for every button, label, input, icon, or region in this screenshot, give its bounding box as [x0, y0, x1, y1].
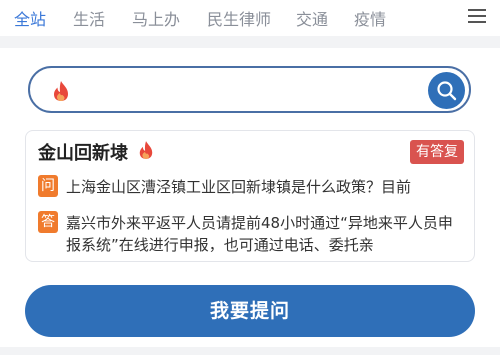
tab-traffic[interactable]: 交通 — [296, 6, 328, 30]
ask-question-button[interactable]: 我要提问 — [25, 285, 475, 337]
tab-all[interactable]: 全站 — [14, 6, 46, 30]
qa-card[interactable]: 金山回新埭 有答复 问 上海金山区漕泾镇工业区回新埭镇是什么政策？目前 答 嘉兴… — [25, 130, 475, 262]
search-button[interactable] — [428, 72, 465, 109]
flame-icon — [139, 141, 153, 159]
search-input[interactable] — [82, 76, 412, 104]
tab-do-now[interactable]: 马上办 — [132, 6, 180, 30]
divider — [0, 36, 500, 48]
bottom-divider — [0, 347, 500, 355]
flame-icon — [54, 81, 68, 101]
search-bar — [28, 66, 471, 113]
status-badge: 有答复 — [410, 140, 464, 164]
card-title: 金山回新埭 — [38, 143, 128, 164]
top-navigation: 全站 生活 马上办 民生律师 交通 疫情 — [0, 0, 500, 36]
menu-icon[interactable] — [468, 8, 486, 24]
question-icon: 问 — [38, 175, 58, 197]
answer-text[interactable]: 嘉兴市外来平返平人员请提前48小时通过“异地来平人员申报系统”在线进行申报，也可… — [66, 212, 466, 256]
tab-epidemic[interactable]: 疫情 — [354, 6, 386, 30]
tab-civil-lawyer[interactable]: 民生律师 — [207, 6, 271, 30]
answer-icon: 答 — [38, 211, 58, 233]
search-icon — [437, 81, 457, 101]
question-text[interactable]: 上海金山区漕泾镇工业区回新埭镇是什么政策？目前 — [66, 176, 466, 197]
tab-life[interactable]: 生活 — [73, 6, 105, 30]
